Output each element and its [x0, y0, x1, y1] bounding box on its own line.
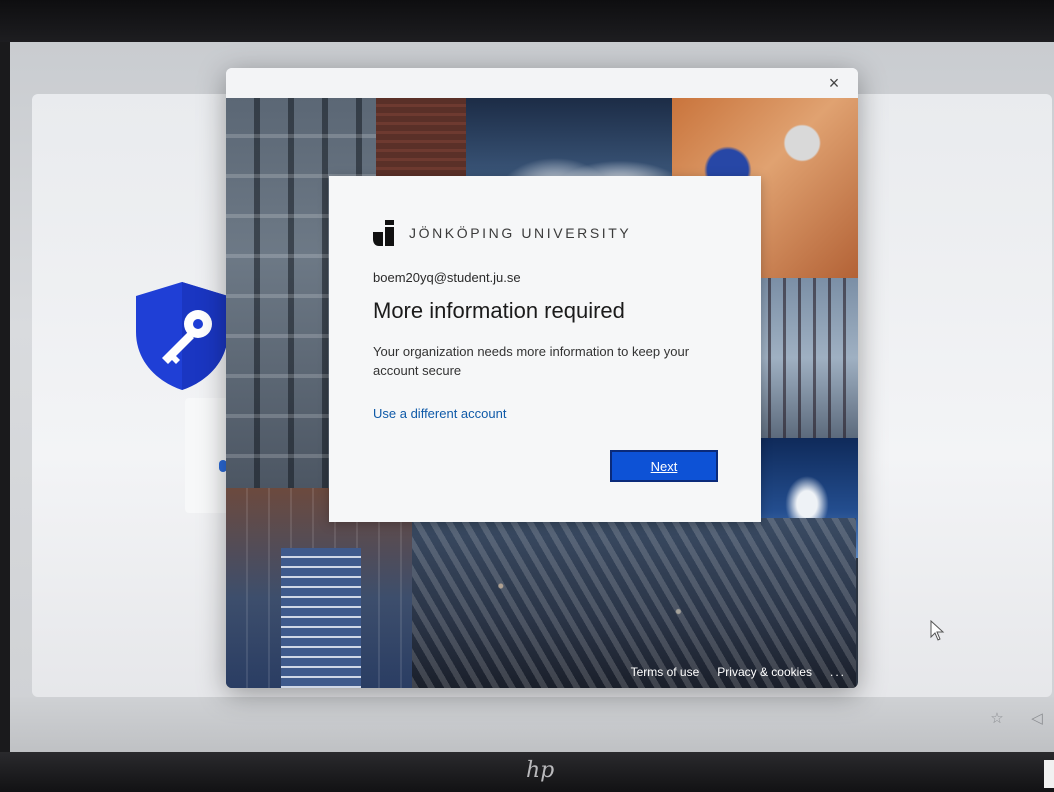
- use-different-account-link[interactable]: Use a different account: [373, 406, 506, 421]
- privacy-cookies-link[interactable]: Privacy & cookies: [717, 665, 812, 679]
- shield-key-icon: [132, 280, 232, 392]
- page-title: More information required: [373, 298, 625, 323]
- screen: ☆ ◁ × Terms of use Privacy & cookies ...: [10, 42, 1054, 752]
- sign-in-card: JÖNKÖPING UNIVERSITY boem20yq@student.ju…: [329, 176, 761, 522]
- dialog-footer: Terms of use Privacy & cookies ...: [631, 662, 846, 682]
- photo-walkway: [281, 548, 361, 688]
- laptop-top-bezel: [0, 0, 1054, 42]
- hp-logo: hp: [526, 758, 555, 783]
- close-button[interactable]: ×: [822, 72, 846, 94]
- account-email: boem20yq@student.ju.se: [373, 270, 521, 285]
- more-options-button[interactable]: ...: [830, 665, 846, 679]
- speaker-icon[interactable]: ◁: [1028, 710, 1046, 728]
- star-icon[interactable]: ☆: [988, 710, 1006, 728]
- sign-in-dialog: × Terms of use Privacy & cookies ... JÖN…: [226, 68, 858, 688]
- description-text: Your organization needs more information…: [373, 344, 690, 378]
- photo-students-walking: [756, 278, 858, 438]
- taskbar: [10, 697, 1054, 752]
- bezel-light-reflection: [1044, 760, 1054, 788]
- brand-name: JÖNKÖPING UNIVERSITY: [409, 225, 632, 241]
- mouse-pointer-icon: [930, 619, 946, 642]
- dialog-titlebar: ×: [226, 68, 858, 98]
- next-button[interactable]: Next: [610, 450, 718, 482]
- university-logo-icon: [373, 220, 394, 246]
- terms-of-use-link[interactable]: Terms of use: [631, 665, 700, 679]
- brand: JÖNKÖPING UNIVERSITY: [373, 220, 631, 246]
